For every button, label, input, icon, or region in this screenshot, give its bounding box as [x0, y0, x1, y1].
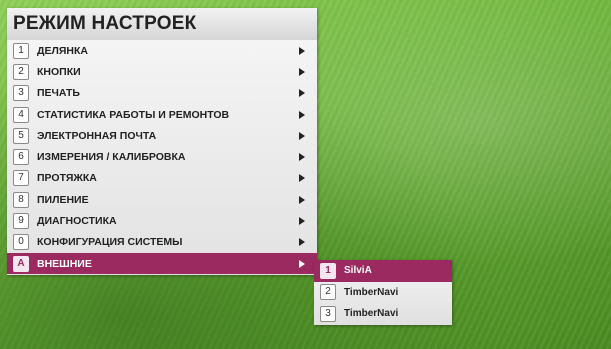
submenu-arrow-icon: [299, 238, 305, 247]
menu-item-label: ПЕЧАТЬ: [37, 87, 80, 100]
submenu-item-timbernavi-2[interactable]: 3 TimberNavi: [314, 303, 452, 325]
menu-item-diagnostics[interactable]: 9 ДИАГНОСТИКА: [7, 210, 317, 231]
menu-item-label: КНОПКИ: [37, 65, 81, 78]
menu-item-label: ПИЛЕНИЕ: [37, 193, 89, 206]
submenu-arrow-icon: [299, 259, 305, 268]
menu-item-label: ЭЛЕКТРОННАЯ ПОЧТА: [37, 129, 157, 142]
submenu-arrow-icon: [299, 174, 305, 183]
submenu-item-silvia[interactable]: 1 SilviA: [314, 260, 452, 282]
menu-item-label: ПРОТЯЖКА: [37, 172, 97, 185]
submenu-arrow-icon: [299, 195, 305, 204]
submenu-item-label: TimberNavi: [344, 286, 399, 298]
menu-item-label: ДИАГНОСТИКА: [37, 215, 117, 228]
external-submenu: 1 SilviA 2 TimberNavi 3 TimberNavi: [314, 260, 452, 325]
menu-item-statistics[interactable]: 4 СТАТИСТИКА РАБОТЫ И РЕМОНТОВ: [7, 104, 317, 125]
submenu-arrow-icon: [299, 110, 305, 119]
menu-item-key: 0: [13, 234, 29, 251]
submenu-item-key: 3: [320, 305, 336, 322]
submenu-arrow-icon: [299, 67, 305, 76]
submenu-arrow-icon: [299, 46, 305, 55]
menu-item-key: 8: [13, 191, 29, 208]
submenu-item-key: 2: [320, 284, 336, 301]
menu-item-label: ВНЕШНИЕ: [37, 257, 92, 270]
submenu-item-label: TimberNavi: [344, 308, 399, 320]
menu-item-email[interactable]: 5 ЭЛЕКТРОННАЯ ПОЧТА: [7, 125, 317, 146]
main-menu-list: 1 ДЕЛЯНКА 2 КНОПКИ 3 ПЕЧАТЬ 4 СТАТИСТИКА…: [7, 40, 317, 276]
submenu-arrow-icon: [299, 131, 305, 140]
settings-menu-panel: РЕЖИМ НАСТРОЕК 1 ДЕЛЯНКА 2 КНОПКИ 3 ПЕЧА…: [7, 8, 317, 276]
menu-item-print[interactable]: 3 ПЕЧАТЬ: [7, 83, 317, 104]
submenu-arrow-icon: [299, 153, 305, 162]
menu-item-external[interactable]: A ВНЕШНИЕ: [7, 252, 317, 275]
menu-item-system-config[interactable]: 0 КОНФИГУРАЦИЯ СИСТЕМЫ: [7, 232, 317, 253]
menu-item-plot[interactable]: 1 ДЕЛЯНКА: [7, 40, 317, 61]
menu-item-key: 2: [13, 63, 29, 80]
menu-item-label: ДЕЛЯНКА: [37, 44, 88, 57]
menu-item-key: 3: [13, 85, 29, 102]
submenu-arrow-icon: [299, 217, 305, 226]
menu-item-feeding[interactable]: 7 ПРОТЯЖКА: [7, 168, 317, 189]
menu-item-key: 6: [13, 149, 29, 166]
menu-item-key: 9: [13, 213, 29, 230]
menu-item-key: 4: [13, 106, 29, 123]
menu-item-label: СТАТИСТИКА РАБОТЫ И РЕМОНТОВ: [37, 108, 230, 121]
menu-item-calibration[interactable]: 6 ИЗМЕРЕНИЯ / КАЛИБРОВКА: [7, 146, 317, 167]
menu-item-key: 7: [13, 170, 29, 187]
submenu-arrow-icon: [299, 89, 305, 98]
menu-item-buttons[interactable]: 2 КНОПКИ: [7, 61, 317, 82]
menu-item-key: 5: [13, 127, 29, 144]
menu-item-label: ИЗМЕРЕНИЯ / КАЛИБРОВКА: [37, 151, 186, 164]
menu-item-sawing[interactable]: 8 ПИЛЕНИЕ: [7, 189, 317, 210]
menu-item-key: 1: [13, 42, 29, 59]
menu-item-label: КОНФИГУРАЦИЯ СИСТЕМЫ: [37, 236, 183, 249]
submenu-item-timbernavi[interactable]: 2 TimberNavi: [314, 282, 452, 304]
menu-item-key: A: [13, 255, 29, 272]
submenu-item-label: SilviA: [344, 265, 372, 277]
submenu-item-key: 1: [320, 262, 336, 279]
menu-title: РЕЖИМ НАСТРОЕК: [7, 8, 317, 40]
